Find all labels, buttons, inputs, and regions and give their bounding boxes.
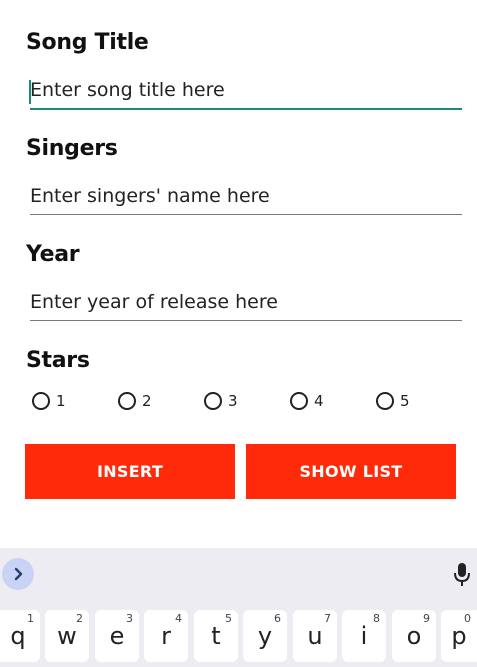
singers-field[interactable] — [30, 180, 462, 215]
star-radio-5[interactable]: 5 — [376, 392, 410, 410]
key-letter: p — [451, 622, 467, 650]
year-field[interactable] — [30, 286, 462, 321]
key-p[interactable]: p0 — [441, 610, 477, 662]
stars-label: Stars — [26, 348, 90, 373]
key-o[interactable]: o9 — [392, 610, 436, 662]
stars-radio-group: 1 2 3 4 5 — [32, 392, 472, 416]
key-hint: 2 — [76, 612, 83, 625]
radio-label: 4 — [314, 392, 324, 410]
star-radio-1[interactable]: 1 — [32, 392, 66, 410]
key-hint: 3 — [126, 612, 133, 625]
star-radio-2[interactable]: 2 — [118, 392, 152, 410]
key-r[interactable]: r4 — [144, 610, 188, 662]
microphone-icon[interactable] — [453, 562, 471, 588]
year-input[interactable] — [30, 286, 462, 318]
key-y[interactable]: y6 — [243, 610, 287, 662]
year-label: Year — [26, 242, 80, 267]
key-letter: o — [406, 622, 422, 650]
key-q[interactable]: q1 — [0, 610, 40, 662]
singers-label: Singers — [26, 136, 118, 161]
song-title-label: Song Title — [26, 30, 149, 55]
soft-keyboard: q1 w2 e3 r4 t5 y6 u7 i8 o9 p0 — [0, 548, 477, 667]
radio-label: 2 — [142, 392, 152, 410]
radio-circle[interactable] — [290, 392, 308, 410]
radio-label: 1 — [56, 392, 66, 410]
insert-button[interactable]: INSERT — [25, 444, 235, 499]
key-letter: r — [161, 622, 171, 650]
radio-circle[interactable] — [204, 392, 222, 410]
key-letter: y — [257, 622, 273, 650]
key-hint: 9 — [423, 612, 430, 625]
show-list-button[interactable]: SHOW LIST — [246, 444, 456, 499]
key-hint: 1 — [27, 612, 34, 625]
singers-input[interactable] — [30, 180, 462, 212]
key-hint: 6 — [274, 612, 281, 625]
star-radio-3[interactable]: 3 — [204, 392, 238, 410]
key-e[interactable]: e3 — [95, 610, 139, 662]
key-letter: i — [360, 622, 368, 650]
radio-circle[interactable] — [118, 392, 136, 410]
key-w[interactable]: w2 — [45, 610, 89, 662]
text-cursor — [29, 80, 31, 104]
key-u[interactable]: u7 — [293, 610, 337, 662]
key-hint: 0 — [464, 612, 471, 625]
radio-label: 3 — [228, 392, 238, 410]
radio-circle[interactable] — [376, 392, 394, 410]
key-hint: 4 — [175, 612, 182, 625]
key-letter: q — [10, 622, 26, 650]
keyboard-row-top: q1 w2 e3 r4 t5 y6 u7 i8 o9 p0 — [0, 610, 477, 667]
radio-label: 5 — [400, 392, 410, 410]
key-hint: 7 — [324, 612, 331, 625]
chevron-right-icon[interactable] — [2, 558, 34, 590]
song-title-input[interactable] — [30, 74, 462, 106]
key-letter: u — [307, 622, 323, 650]
key-letter: w — [57, 622, 77, 650]
key-letter: t — [211, 622, 221, 650]
key-letter: e — [109, 622, 125, 650]
star-radio-4[interactable]: 4 — [290, 392, 324, 410]
radio-circle[interactable] — [32, 392, 50, 410]
key-hint: 8 — [373, 612, 380, 625]
key-t[interactable]: t5 — [194, 610, 238, 662]
song-title-field[interactable] — [29, 74, 462, 110]
key-i[interactable]: i8 — [342, 610, 386, 662]
key-hint: 5 — [225, 612, 232, 625]
